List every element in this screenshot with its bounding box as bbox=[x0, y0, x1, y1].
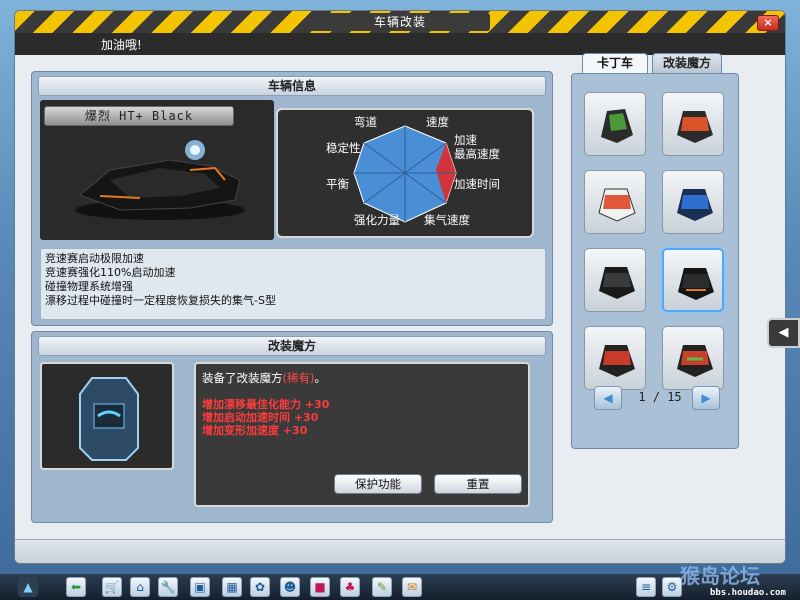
stats-radar-chart: 弯道 速度 加速 最高速度 稳定性 平衡 加速时间 强化力量 集气速度 bbox=[276, 108, 534, 238]
page-indicator: 1 / 15 bbox=[638, 390, 682, 404]
radar-label-boost-power: 强化力量 bbox=[354, 213, 400, 227]
mod-rarity: (稀有) bbox=[282, 371, 315, 385]
radar-label-charge-speed: 集气速度 bbox=[424, 213, 470, 227]
kart-icon bbox=[598, 188, 636, 222]
kart-slot[interactable] bbox=[662, 170, 724, 234]
reset-button[interactable]: 重置 bbox=[434, 474, 522, 494]
prev-page-button[interactable]: ◀ bbox=[594, 386, 622, 410]
kart-pager: ◀ 1 / 15 ▶ bbox=[592, 386, 722, 412]
description-line: 竞速赛强化110%启动加速 bbox=[45, 266, 176, 279]
group-icon[interactable]: ♣ bbox=[340, 577, 360, 597]
message-bar: 加油哦! bbox=[15, 33, 785, 55]
tab-mod-cube[interactable]: 改装魔方 bbox=[652, 53, 722, 73]
kart-slot[interactable] bbox=[662, 92, 724, 156]
car-description: 竞速赛启动极限加速 竞速赛强化110%启动加速 碰撞物理系统增强 漂移过程中碰撞… bbox=[40, 248, 546, 320]
kart-grid-panel: ◀ 1 / 15 ▶ bbox=[571, 73, 739, 449]
vehicle-modification-window: 车辆改装 × 加油哦! 车辆信息 爆烈 HT+ Black 弯道 速度 加速 最… bbox=[14, 10, 786, 564]
protect-button[interactable]: 保护功能 bbox=[334, 474, 422, 494]
kart-slot[interactable] bbox=[584, 326, 646, 390]
description-line: 碰撞物理系统增强 bbox=[45, 280, 133, 293]
menu-icon[interactable]: ≡ bbox=[636, 577, 656, 597]
kart-icon bbox=[599, 345, 635, 377]
bottom-bar bbox=[15, 539, 785, 563]
description-line: 竞速赛启动极限加速 bbox=[45, 252, 144, 265]
kart-icon bbox=[599, 267, 635, 299]
mail-icon[interactable]: ✉ bbox=[402, 577, 422, 597]
kart-icon bbox=[678, 268, 714, 300]
watermark: 猴岛论坛 bbs.houdao.com bbox=[680, 560, 800, 600]
collapse-arrow-button[interactable]: ◀ bbox=[767, 318, 800, 348]
note-icon[interactable]: ✎ bbox=[372, 577, 392, 597]
message-text: 加油哦! bbox=[101, 38, 142, 52]
mod-stat-line: 增加变形加速度 +30 bbox=[202, 424, 308, 437]
close-button[interactable]: × bbox=[757, 15, 779, 31]
radar-polygon bbox=[353, 125, 457, 223]
mod-details: 装备了改装魔方(稀有)。 增加漂移最佳化能力 +30 增加启动加速时间 +30 … bbox=[194, 362, 530, 507]
mod-cube-image bbox=[40, 362, 174, 470]
radar-label-cornering: 弯道 bbox=[354, 115, 377, 129]
logo-icon[interactable]: ▲ bbox=[18, 577, 38, 597]
watermark-url: bbs.houdao.com bbox=[710, 588, 786, 598]
mod-stat-line: 增加漂移最佳化能力 +30 bbox=[202, 398, 330, 411]
radar-label-accel-time: 加速时间 bbox=[454, 177, 500, 191]
tab-kart[interactable]: 卡丁车 bbox=[582, 53, 648, 73]
kart-slot[interactable] bbox=[662, 326, 724, 390]
title-bar: 车辆改装 × bbox=[15, 11, 785, 33]
mod-cube-panel: 改装魔方 装备了改装魔方(稀有)。 增加漂移最佳化能力 +30 增加启动加速时间… bbox=[31, 331, 553, 523]
description-line: 漂移过程中碰撞时一定程度恢复损失的集气-S型 bbox=[45, 294, 276, 307]
kart-slot[interactable] bbox=[584, 92, 646, 156]
window-title: 车辆改装 bbox=[310, 13, 490, 31]
home-icon[interactable]: ⌂ bbox=[130, 577, 150, 597]
mod-stat-line: 增加启动加速时间 +30 bbox=[202, 411, 319, 424]
wrench-icon[interactable]: 🔧 bbox=[158, 577, 178, 597]
back-icon[interactable]: ⬅ bbox=[66, 577, 86, 597]
kart-slot[interactable] bbox=[584, 248, 646, 312]
heart-icon[interactable]: ✿ bbox=[250, 577, 270, 597]
settings-icon[interactable]: ⚙ bbox=[662, 577, 682, 597]
radar-label-speed: 速度 bbox=[426, 115, 449, 129]
kart-slot-selected[interactable] bbox=[662, 248, 724, 312]
card-icon[interactable]: ▣ bbox=[190, 577, 210, 597]
cube-icon bbox=[79, 377, 139, 461]
gift-icon[interactable]: ▦ bbox=[222, 577, 242, 597]
mod-equipped-suffix: 。 bbox=[314, 371, 326, 385]
shop-icon[interactable]: 🛒 bbox=[102, 577, 122, 597]
car-preview: 爆烈 HT+ Black bbox=[40, 100, 274, 240]
radar-label-stability: 稳定性 bbox=[326, 141, 361, 155]
radar-label-top-speed: 最高速度 bbox=[454, 147, 500, 161]
car-info-header: 车辆信息 bbox=[38, 76, 546, 96]
kart-icon bbox=[677, 189, 713, 221]
next-page-button[interactable]: ▶ bbox=[692, 386, 720, 410]
mod-equipped-prefix: 装备了改装魔方 bbox=[202, 371, 283, 385]
watermark-text: 猴岛论坛 bbox=[680, 564, 760, 588]
album-icon[interactable]: ■ bbox=[310, 577, 330, 597]
radar-label-balance: 平衡 bbox=[326, 177, 349, 191]
mod-stats-list: 增加漂移最佳化能力 +30 增加启动加速时间 +30 增加变形加速度 +30 bbox=[202, 398, 522, 437]
kart-slot[interactable] bbox=[584, 170, 646, 234]
car-info-panel: 车辆信息 爆烈 HT+ Black 弯道 速度 加速 最高速度 稳定性 平衡 加… bbox=[31, 71, 553, 326]
car-image bbox=[75, 140, 245, 220]
kart-icon bbox=[601, 109, 633, 143]
mod-cube-header: 改装魔方 bbox=[38, 336, 546, 356]
team-icon[interactable]: ☻ bbox=[280, 577, 300, 597]
kart-icon bbox=[677, 345, 713, 377]
mod-equipped-text: 装备了改装魔方(稀有)。 bbox=[202, 370, 522, 386]
kart-icon bbox=[677, 111, 713, 143]
